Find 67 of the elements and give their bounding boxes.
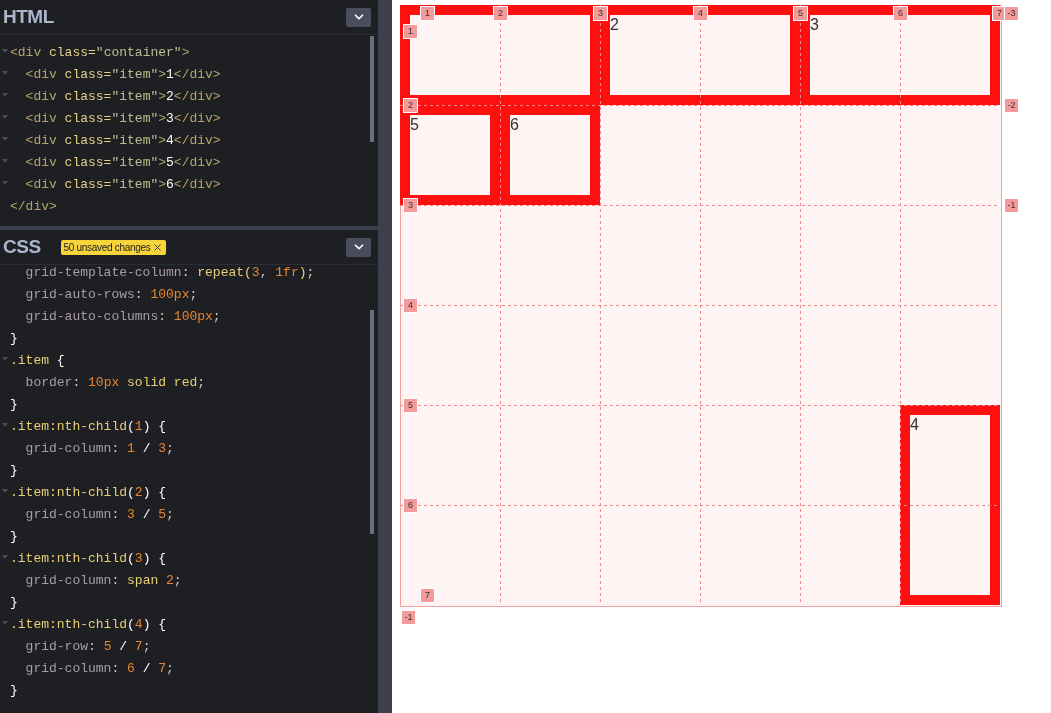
line-number-badge: 4 <box>403 298 418 313</box>
code-line: grid-row: 5 / 7; <box>24 639 151 654</box>
code-line: grid-column: span 2; <box>24 573 182 588</box>
fold-icon[interactable] <box>2 49 8 53</box>
code-line: .item:nth-child(4) { <box>10 617 167 632</box>
code-line: <div class="item">1</div> <box>24 67 221 82</box>
close-icon[interactable] <box>152 241 164 253</box>
grid-item: 4 <box>900 405 1000 605</box>
fold-icon[interactable] <box>2 555 8 559</box>
scrollbar-thumb[interactable] <box>370 310 374 534</box>
collapse-button[interactable] <box>346 237 371 257</box>
line-number-badge: 5 <box>793 6 808 21</box>
code-line: .item:nth-child(1) { <box>10 419 167 434</box>
fold-icon[interactable] <box>2 357 8 361</box>
fold-icon[interactable] <box>2 159 8 163</box>
collapse-button[interactable] <box>346 7 371 27</box>
fold-icon[interactable] <box>2 137 8 141</box>
line-number-badge: 7 <box>420 588 435 603</box>
code-line: grid-auto-rows: 100px; <box>24 287 198 302</box>
code-line: grid-template-column: repeat(3, 1fr); <box>24 265 315 280</box>
code-line: } <box>10 529 18 544</box>
fold-icon[interactable] <box>2 621 8 625</box>
code-line: } <box>10 331 18 346</box>
code-line: } <box>10 595 18 610</box>
code-line: <div class="item">5</div> <box>24 155 221 170</box>
code-line: .item { <box>10 353 65 368</box>
fold-icon[interactable] <box>2 423 8 427</box>
line-number-badge: 4 <box>693 6 708 21</box>
line-number-badge: 2 <box>403 98 418 113</box>
code-line: <div class="item">3</div> <box>24 111 221 126</box>
code-line: <div class="item">4</div> <box>24 133 221 148</box>
fold-icon[interactable] <box>2 93 8 97</box>
line-number-badge: -3 <box>1004 6 1019 21</box>
line-number-badge: 3 <box>403 198 418 213</box>
scrollbar-thumb[interactable] <box>370 36 374 142</box>
code-line: grid-column: 6 / 7; <box>24 661 174 676</box>
fold-icon[interactable] <box>2 71 8 75</box>
code-line: grid-column: 1 / 3; <box>24 441 174 456</box>
code-line: } <box>10 397 18 412</box>
code-line: </div> <box>10 199 57 214</box>
badge-text: 50 unsaved changes <box>63 240 151 255</box>
code-line: .item:nth-child(2) { <box>10 485 167 500</box>
code-line: } <box>10 683 18 698</box>
line-number-badge: 3 <box>593 6 608 21</box>
code-line: <div class="item">6</div> <box>24 177 221 192</box>
line-number-badge: 6 <box>403 498 418 513</box>
code-line: grid-column: 3 / 5; <box>24 507 174 522</box>
fold-icon[interactable] <box>2 115 8 119</box>
code-line: .item:nth-child(3) { <box>10 551 167 566</box>
line-number-badge: 1 <box>420 6 435 21</box>
code-line: <div class="container"> <box>10 45 190 60</box>
line-number-badge: -1 <box>401 610 416 625</box>
panel-title: HTML <box>3 4 54 29</box>
line-number-badge: 5 <box>403 398 418 413</box>
fold-icon[interactable] <box>2 489 8 493</box>
code-line: border: 10px solid red; <box>24 375 206 390</box>
line-number-badge: -2 <box>1004 98 1019 113</box>
line-number-badge: -1 <box>1004 198 1019 213</box>
line-number-badge: 6 <box>893 6 908 21</box>
fold-icon[interactable] <box>2 181 8 185</box>
line-number-badge: 1 <box>403 24 418 39</box>
code-line: <div class="item">2</div> <box>24 89 221 104</box>
panel-title: CSS <box>3 234 41 259</box>
code-line: grid-auto-columns: 100px; <box>24 309 221 324</box>
line-number-badge: 2 <box>493 6 508 21</box>
code-line: } <box>10 463 18 478</box>
grid-item: 6 <box>500 105 600 205</box>
